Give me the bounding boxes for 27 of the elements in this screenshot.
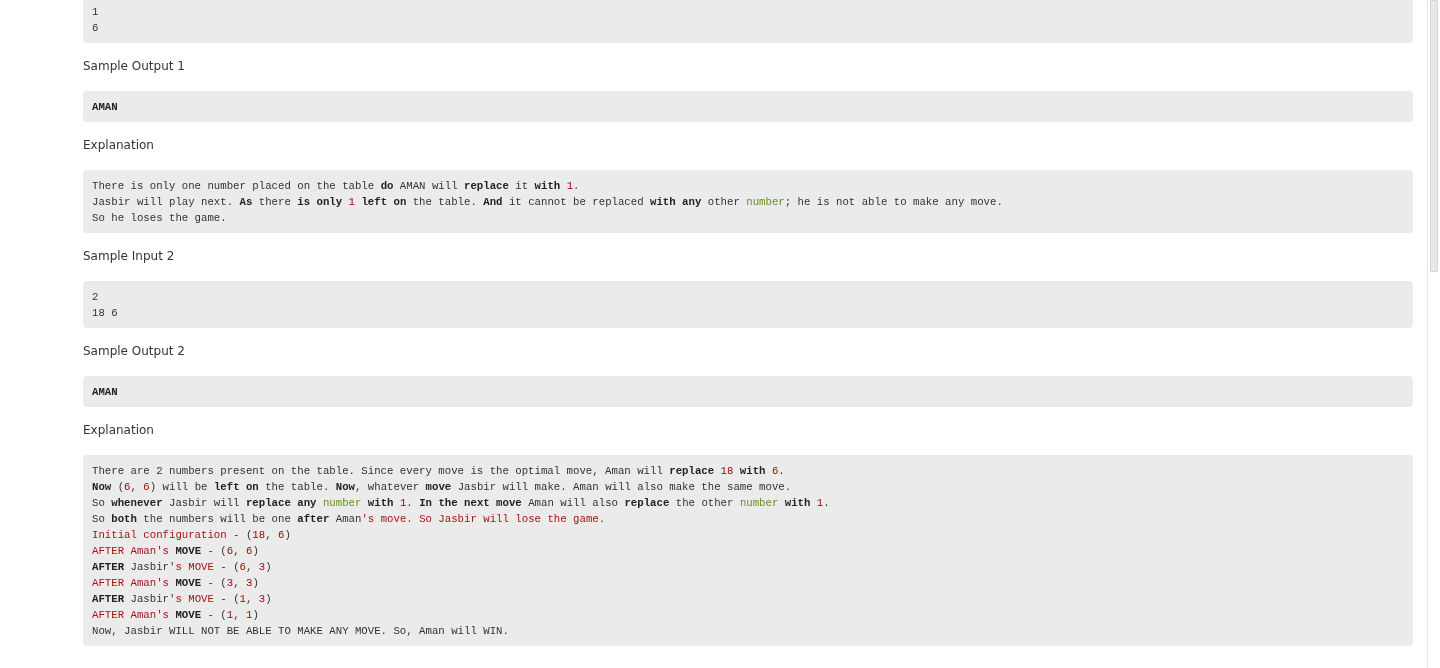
code-line: Jasbir will play next. As there is only 1 left on the table. And it cannot be replaced with any other number; he is not able to make any move. xyxy=(92,195,1004,210)
code-line: AFTER Jasbir's MOVE - (1, 3) xyxy=(92,592,273,607)
section-heading: Explanation xyxy=(83,422,155,439)
code-line: Now, Jasbir WILL NOT BE ABLE TO MAKE ANY MOVE. So, Aman will WIN. xyxy=(92,624,510,639)
scrollbar-track[interactable] xyxy=(1427,0,1440,668)
scrollbar-thumb[interactable] xyxy=(1430,0,1438,272)
code-line: AFTER Aman's MOVE - (1, 1) xyxy=(92,608,260,623)
code-line: 18 6 xyxy=(92,306,119,321)
section-heading: Explanation xyxy=(83,137,155,154)
code-line: There are 2 numbers present on the table. Since every move is the optimal move, Aman will replace 18 with 6. xyxy=(92,464,786,479)
section-heading: Sample Input 2 xyxy=(83,248,176,265)
code-line: Initial configuration - (18, 6) xyxy=(92,528,292,543)
section-heading: Sample Output 2 xyxy=(83,343,186,360)
code-line: AMAN xyxy=(92,385,119,400)
code-line: AMAN xyxy=(92,100,119,115)
code-line: So he loses the game. xyxy=(92,211,228,226)
code-line: AFTER Jasbir's MOVE - (6, 3) xyxy=(92,560,273,575)
section-heading: Sample Output 1 xyxy=(83,58,186,75)
code-line: 1 xyxy=(92,5,100,20)
code-line: 6 xyxy=(92,21,100,36)
code-line: AFTER Aman's MOVE - (3, 3) xyxy=(92,576,260,591)
code-line: 2 xyxy=(92,290,100,305)
code-line: AFTER Aman's MOVE - (6, 6) xyxy=(92,544,260,559)
code-line: So both the numbers will be one after Aman's move. So Jasbir will lose the game. xyxy=(92,512,607,527)
code-line: There is only one number placed on the table do AMAN will replace it with 1. xyxy=(92,179,581,194)
code-line: Now (6, 6) will be left on the table. Now, whatever move Jasbir will make. Aman will also make the same move. xyxy=(92,480,793,495)
code-line: So whenever Jasbir will replace any number with 1. In the next move Aman will also replace the other number with 1. xyxy=(92,496,831,511)
